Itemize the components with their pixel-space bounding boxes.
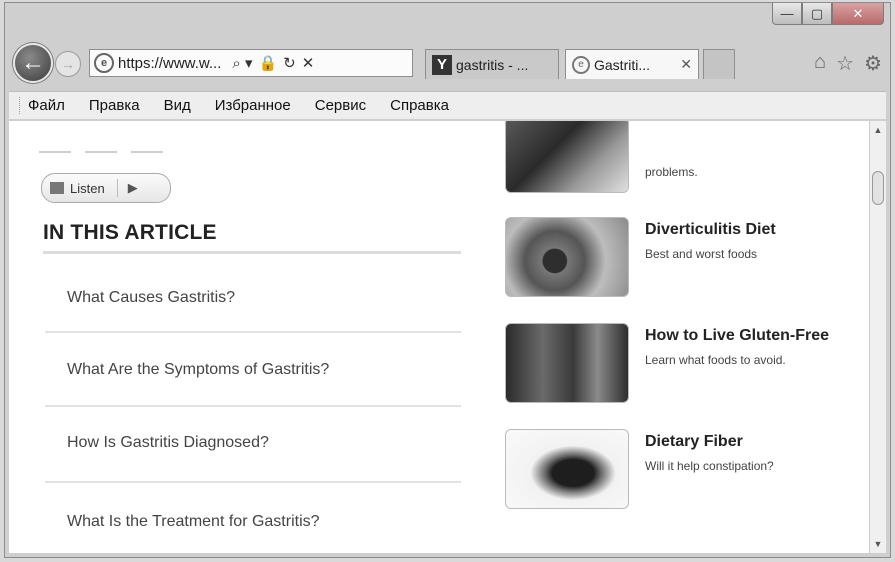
related-thumbnail[interactable] [505, 217, 629, 297]
related-subtitle: Learn what foods to avoid. [645, 353, 786, 367]
browser-window: — ▢ ✕ ← → e https://www.w... ⌕ ▾ 🔒 ↻ ✕ Y… [4, 2, 891, 558]
scroll-down-icon[interactable]: ▼ [870, 539, 886, 549]
related-subtitle: Will it help constipation? [645, 459, 774, 473]
scroll-up-icon[interactable]: ▲ [870, 125, 886, 135]
toc-link[interactable]: What Are the Symptoms of Gastritis? [45, 361, 461, 379]
home-icon[interactable]: ⌂ [814, 51, 826, 76]
favorites-icon[interactable]: ☆ [836, 51, 854, 76]
tab-yandex[interactable]: Y gastritis - ... [425, 49, 559, 79]
toolbar-icons: ⌂ ☆ ⚙ [814, 51, 882, 76]
ie-page-icon: e [572, 55, 590, 74]
speaker-icon [50, 182, 64, 194]
menu-bar: Файл Правка Вид Избранное Сервис Справка [9, 91, 886, 119]
listen-button[interactable]: Listen ▶ [41, 173, 171, 203]
minimize-button[interactable]: — [772, 3, 802, 25]
divider [45, 405, 461, 407]
related-subtitle: problems. [645, 165, 698, 179]
related-title[interactable]: How to Live Gluten-Free [645, 327, 829, 345]
toc-link[interactable]: What Causes Gastritis? [45, 289, 461, 307]
scroll-thumb[interactable] [872, 171, 884, 205]
toc-link[interactable]: What Is the Treatment for Gastritis? [45, 513, 461, 531]
toc-link[interactable]: How Is Gastritis Diagnosed? [45, 434, 461, 452]
related-thumbnail[interactable] [505, 121, 629, 193]
menu-item-tools[interactable]: Сервис [315, 97, 366, 114]
related-title[interactable]: Diverticulitis Diet [645, 221, 776, 239]
tab-label: gastritis - ... [456, 56, 529, 73]
vertical-scrollbar[interactable]: ▲ ▼ [869, 121, 886, 553]
close-window-button[interactable]: ✕ [832, 3, 884, 25]
refresh-icon[interactable]: ↻ [283, 54, 296, 72]
related-thumbnail[interactable] [505, 323, 629, 403]
search-dropdown-icon[interactable]: ⌕ ▾ [232, 54, 252, 72]
forward-button[interactable]: → [55, 51, 81, 77]
tab-gastritis[interactable]: e Gastriti... ✕ [565, 49, 699, 79]
page-content: Listen ▶ IN THIS ARTICLE What Causes Gas… [9, 121, 869, 553]
play-icon[interactable]: ▶ [128, 180, 138, 196]
menu-item-view[interactable]: Вид [164, 97, 191, 114]
menu-item-edit[interactable]: Правка [89, 97, 140, 114]
gear-icon[interactable]: ⚙ [864, 51, 882, 76]
tab-label: Gastriti... [594, 56, 651, 73]
menu-item-favorites[interactable]: Избранное [215, 97, 291, 114]
caption-buttons: — ▢ ✕ [772, 3, 884, 25]
divider [45, 481, 461, 483]
menu-item-file[interactable]: Файл [19, 97, 65, 114]
related-subtitle: Best and worst foods [645, 247, 758, 261]
url-text[interactable]: https://www.w... [118, 55, 221, 72]
divider [116, 179, 118, 197]
divider [45, 331, 461, 333]
stop-icon[interactable]: ✕ [302, 54, 315, 72]
back-button[interactable]: ← [13, 43, 53, 83]
share-bar-placeholder [39, 151, 163, 153]
related-title[interactable]: Dietary Fiber [645, 433, 743, 451]
close-tab-icon[interactable]: ✕ [680, 56, 692, 73]
navigation-bar: ← → e https://www.w... ⌕ ▾ 🔒 ↻ ✕ Y gastr… [5, 39, 890, 89]
divider [43, 251, 461, 254]
maximize-button[interactable]: ▢ [802, 3, 832, 25]
article-toc-heading: IN THIS ARTICLE [43, 221, 217, 244]
new-tab-button[interactable] [703, 49, 735, 79]
address-bar[interactable]: e https://www.w... ⌕ ▾ 🔒 ↻ ✕ [89, 49, 413, 77]
ie-page-icon: e [94, 53, 114, 73]
listen-label: Listen [70, 180, 105, 196]
yandex-icon: Y [432, 54, 452, 75]
lock-icon[interactable]: 🔒 [258, 54, 277, 72]
menu-item-help[interactable]: Справка [390, 97, 449, 114]
related-thumbnail[interactable] [505, 429, 629, 509]
